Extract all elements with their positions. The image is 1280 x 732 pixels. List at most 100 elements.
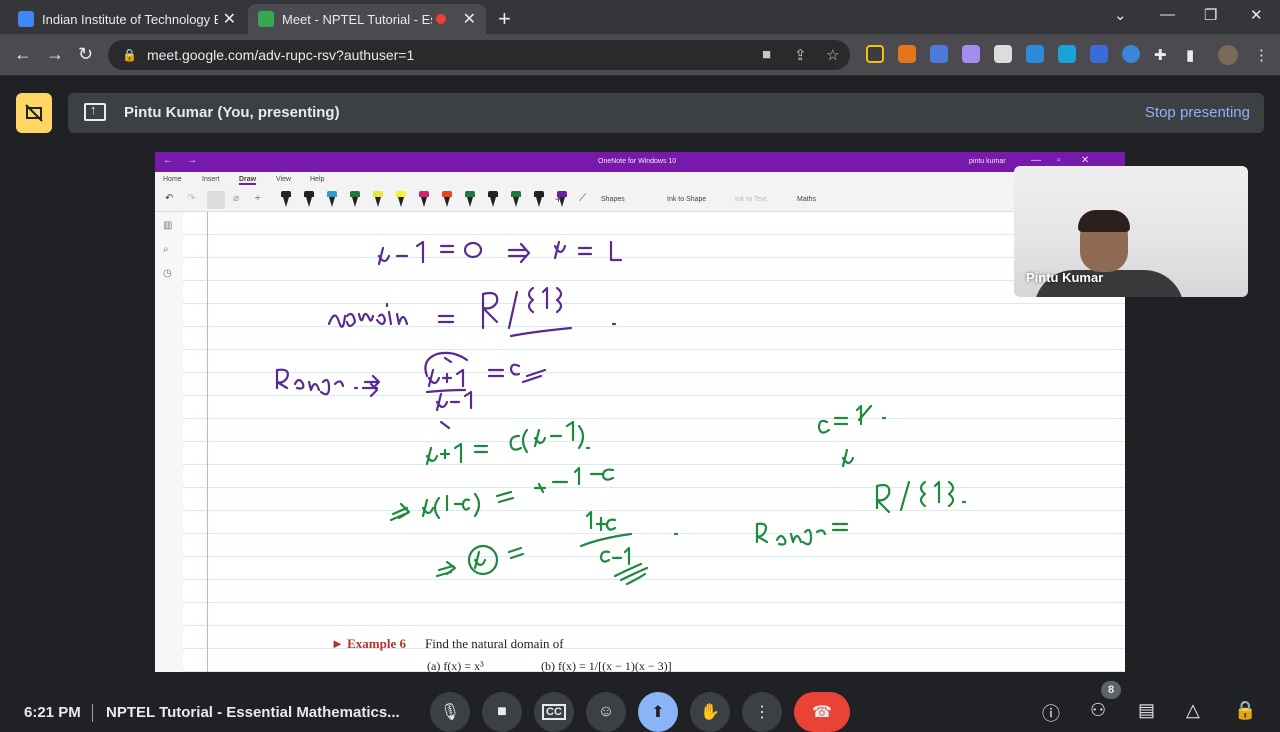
activities-icon[interactable]: △ xyxy=(1186,700,1200,721)
host-controls-icon[interactable]: 🔒 xyxy=(1234,700,1256,721)
maths-button[interactable]: Maths xyxy=(797,196,816,203)
onenote-minimize-icon[interactable]: — xyxy=(1031,155,1041,166)
forward-icon[interactable]: → xyxy=(46,44,64,65)
onenote-draw-toolbar: ↶ ↷ ⌀ ÷ + ⟋ Shapes Ink to Shape Ink to T… xyxy=(155,188,1125,212)
extension-icon[interactable] xyxy=(930,45,948,63)
pen-12-icon[interactable] xyxy=(534,191,544,209)
stop-presenting-button[interactable]: Stop presenting xyxy=(1145,104,1250,121)
close-tab-icon[interactable]: ✕ xyxy=(463,9,476,29)
restore-icon[interactable]: ❐ xyxy=(1204,6,1217,24)
onenote-ribbon-tabs: Home Insert Draw View Help xyxy=(155,172,1125,188)
hand-icon: ✋ xyxy=(700,704,720,721)
undo-icon[interactable]: ↶ xyxy=(165,193,173,204)
share-icon[interactable]: ⇪ xyxy=(794,46,807,64)
no-video-icon xyxy=(25,104,43,122)
pen-2-icon[interactable] xyxy=(304,191,314,209)
metamask-icon[interactable] xyxy=(898,45,916,63)
extension-icon[interactable] xyxy=(1090,45,1108,63)
ink-to-text-button[interactable]: Ink to Text xyxy=(735,196,767,203)
raise-hand-button[interactable]: ✋ xyxy=(690,692,730,732)
onenote-forward-icon[interactable]: → xyxy=(187,155,197,166)
pen-9-icon[interactable] xyxy=(465,191,475,209)
extension-icon[interactable] xyxy=(1058,45,1076,63)
microphone-button[interactable]: 🎙 xyxy=(430,692,470,732)
notebooks-icon[interactable]: ▥ xyxy=(163,220,172,231)
recent-icon[interactable]: ◷ xyxy=(163,268,172,279)
tab-label: Indian Institute of Technology Bo xyxy=(42,11,218,27)
pen-11-icon[interactable] xyxy=(511,191,521,209)
shapes-button[interactable]: Shapes xyxy=(601,196,625,203)
ink-to-shape-button[interactable]: Ink to Shape xyxy=(667,196,706,203)
eraser-icon[interactable]: ⌀ xyxy=(233,193,239,204)
pen-10-icon[interactable] xyxy=(488,191,498,209)
extension-icon[interactable] xyxy=(1122,45,1140,63)
shared-screen: ← → OneNote for Windows 10 pintu kumar —… xyxy=(155,152,1125,672)
back-icon[interactable]: ← xyxy=(14,44,32,65)
ribbon-tab-draw[interactable]: Draw xyxy=(239,176,257,185)
pen-6-icon[interactable] xyxy=(396,191,406,209)
ribbon-tab-insert[interactable]: Insert xyxy=(202,176,220,183)
side-panel-icon[interactable]: ▮ xyxy=(1186,46,1194,64)
divider xyxy=(92,704,93,722)
onenote-restore-icon[interactable]: ▫ xyxy=(1057,155,1061,166)
window-close-icon[interactable]: ✕ xyxy=(1250,6,1263,24)
lasso-select-icon[interactable] xyxy=(207,191,225,209)
extensions-puzzle-icon[interactable]: ✚ xyxy=(1154,46,1167,64)
ribbon-tab-home[interactable]: Home xyxy=(163,176,182,183)
pen-5-icon[interactable] xyxy=(373,191,383,209)
new-tab-button[interactable]: + xyxy=(498,6,511,32)
leave-call-button[interactable]: ☎ xyxy=(794,692,850,732)
present-button[interactable]: ⬆ xyxy=(638,692,678,732)
camera-permission-icon[interactable]: ■ xyxy=(762,46,771,63)
extension-icon[interactable] xyxy=(994,45,1012,63)
example-label: ► Example 6 xyxy=(331,636,406,651)
search-icon[interactable]: ⌕ xyxy=(163,244,169,255)
tab-search-icon[interactable]: ⌄ xyxy=(1114,6,1127,24)
redo-icon[interactable]: ↷ xyxy=(187,193,195,204)
captions-icon: CC xyxy=(542,704,566,720)
ribbon-tab-view[interactable]: View xyxy=(276,176,291,183)
example-part-b: (b) f(x) = 1/[(x − 1)(x − 3)] xyxy=(541,659,672,672)
ribbon-tab-help[interactable]: Help xyxy=(310,176,324,183)
address-bar[interactable]: 🔒 meet.google.com/adv-rupc-rsv?authuser=… xyxy=(108,40,850,70)
pen-3-icon[interactable] xyxy=(327,191,337,209)
pen-7-icon[interactable] xyxy=(419,191,429,209)
presenting-bar: Pintu Kumar (You, presenting) Stop prese… xyxy=(68,93,1264,133)
chat-icon[interactable]: ▤ xyxy=(1138,700,1155,721)
captions-button[interactable]: CC xyxy=(534,692,574,732)
people-icon[interactable]: ⚇ xyxy=(1090,700,1106,721)
onenote-back-icon[interactable]: ← xyxy=(163,155,173,166)
example-part-a: (a) f(x) = x³ xyxy=(427,659,484,672)
reload-icon[interactable]: ↻ xyxy=(78,44,93,65)
example-text: Find the natural domain of xyxy=(425,636,564,651)
minimize-icon[interactable]: — xyxy=(1160,6,1175,23)
pen-4-icon[interactable] xyxy=(350,191,360,209)
bookmark-star-icon[interactable]: ☆ xyxy=(826,46,839,64)
meet-favicon-icon xyxy=(258,11,274,27)
reactions-button[interactable]: ☺ xyxy=(586,692,626,732)
present-screen-icon: ⬆ xyxy=(651,704,665,721)
onenote-close-icon[interactable]: ✕ xyxy=(1081,155,1089,166)
ruler-icon[interactable]: ⟋ xyxy=(579,193,586,204)
close-tab-icon[interactable]: ✕ xyxy=(223,9,236,29)
meeting-title: NPTEL Tutorial - Essential Mathematics..… xyxy=(106,704,400,721)
meeting-info-icon[interactable]: ⓘ xyxy=(1042,700,1060,726)
chrome-menu-icon[interactable]: ⋮ xyxy=(1254,46,1269,64)
lock-icon: 🔒 xyxy=(122,48,137,62)
pen-1-icon[interactable] xyxy=(281,191,291,209)
add-space-icon[interactable]: ÷ xyxy=(255,193,261,204)
more-vert-icon: ⋮ xyxy=(754,704,770,721)
note-page[interactable] xyxy=(183,212,1125,672)
extension-icon[interactable] xyxy=(866,45,884,63)
green-ink xyxy=(389,404,967,586)
add-pen-icon[interactable]: + xyxy=(555,192,562,206)
profile-avatar[interactable] xyxy=(1218,45,1238,65)
tab-iit[interactable]: Indian Institute of Technology Bo ✕ xyxy=(8,4,246,34)
extension-icon[interactable] xyxy=(1026,45,1044,63)
tab-meet[interactable]: Meet - NPTEL Tutorial - Esse ✕ xyxy=(248,4,486,34)
self-view-tile[interactable]: Pintu Kumar xyxy=(1014,166,1248,297)
more-options-button[interactable]: ⋮ xyxy=(742,692,782,732)
pen-8-icon[interactable] xyxy=(442,191,452,209)
extension-icon[interactable] xyxy=(962,45,980,63)
camera-button[interactable]: ■ xyxy=(482,692,522,732)
